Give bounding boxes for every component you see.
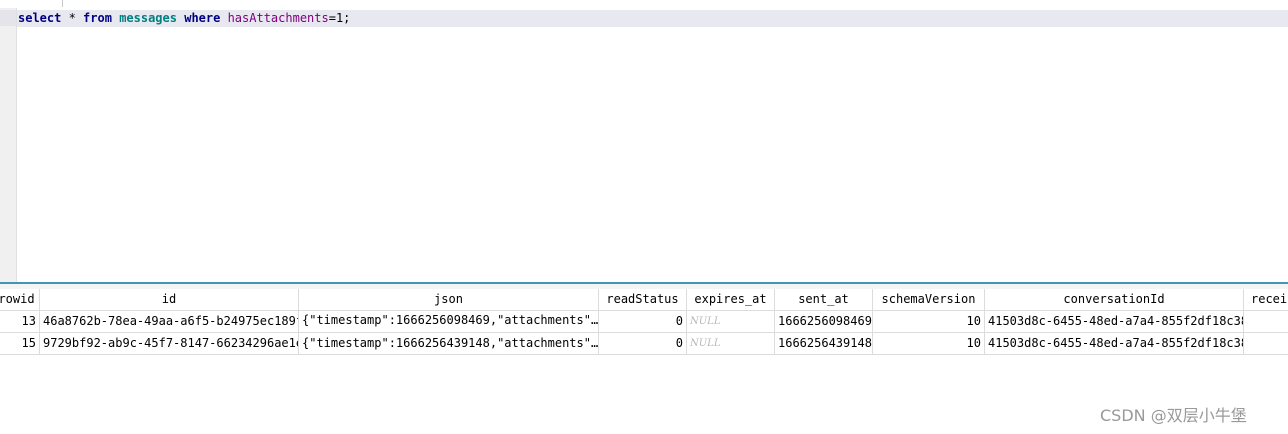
cell-json[interactable]: {"timestamp":1666256439148,"attachments"… <box>299 333 599 355</box>
sql-editor[interactable]: select * from messages where hasAttachme… <box>17 8 1288 282</box>
cell-sent-at[interactable]: 1666256098469 <box>775 311 873 333</box>
column-header[interactable]: id <box>40 289 299 311</box>
cell-readstatus[interactable]: 0 <box>599 311 687 333</box>
header-row: rowid id json readStatus expires_at sent… <box>0 289 1288 311</box>
cell-schemaversion[interactable]: 10 <box>873 333 985 355</box>
table-row[interactable]: 15 9729bf92-ab9c-45f7-8147-66234296ae1e … <box>0 333 1288 355</box>
sql-query-line[interactable]: select * from messages where hasAttachme… <box>18 11 350 26</box>
cell-expires-at[interactable]: NULL <box>687 311 775 333</box>
keyword-select: select <box>18 11 62 25</box>
table-name: messages <box>119 11 177 25</box>
cell-expires-at[interactable]: NULL <box>687 333 775 355</box>
tab-divider <box>62 0 63 7</box>
column-header[interactable]: conversationId <box>985 289 1244 311</box>
cell-schemaversion[interactable]: 10 <box>873 311 985 333</box>
current-line-marker <box>0 10 16 26</box>
cell-readstatus[interactable]: 0 <box>599 333 687 355</box>
select-star: * <box>61 11 84 25</box>
keyword-from: from <box>83 11 112 25</box>
watermark: CSDN @双层小牛堡 <box>1100 406 1247 425</box>
cell-rowid[interactable]: 15 <box>0 333 40 355</box>
column-header[interactable]: rowid <box>0 289 40 311</box>
column-header[interactable]: schemaVersion <box>873 289 985 311</box>
cell-id[interactable]: 9729bf92-ab9c-45f7-8147-66234296ae1e <box>40 333 299 355</box>
query-tail: =1; <box>328 11 351 25</box>
column-header[interactable]: sent_at <box>775 289 873 311</box>
cell-recei[interactable] <box>1244 333 1288 355</box>
cell-rowid[interactable]: 13 <box>0 311 40 333</box>
results-grid[interactable]: rowid id json readStatus expires_at sent… <box>0 289 1288 357</box>
cell-conversationid[interactable]: 41503d8c-6455-48ed-a7a4-855f2df18c38 <box>985 311 1244 333</box>
line-gutter <box>0 8 17 282</box>
cell-conversationid[interactable]: 41503d8c-6455-48ed-a7a4-855f2df18c38 <box>985 333 1244 355</box>
column-header[interactable]: json <box>299 289 599 311</box>
column-name: hasAttachments <box>227 11 329 25</box>
table-row[interactable]: 13 46a8762b-78ea-49aa-a6f5-b24975ec189f … <box>0 311 1288 333</box>
cell-sent-at[interactable]: 1666256439148 <box>775 333 873 355</box>
cell-id[interactable]: 46a8762b-78ea-49aa-a6f5-b24975ec189f <box>40 311 299 333</box>
keyword-where: where <box>184 11 221 25</box>
column-header[interactable]: readStatus <box>599 289 687 311</box>
column-header[interactable]: recei <box>1244 289 1288 311</box>
column-header[interactable]: expires_at <box>687 289 775 311</box>
cell-recei[interactable] <box>1244 311 1288 333</box>
editor-tab-strip <box>0 0 1288 8</box>
cell-json[interactable]: {"timestamp":1666256098469,"attachments"… <box>299 311 599 333</box>
